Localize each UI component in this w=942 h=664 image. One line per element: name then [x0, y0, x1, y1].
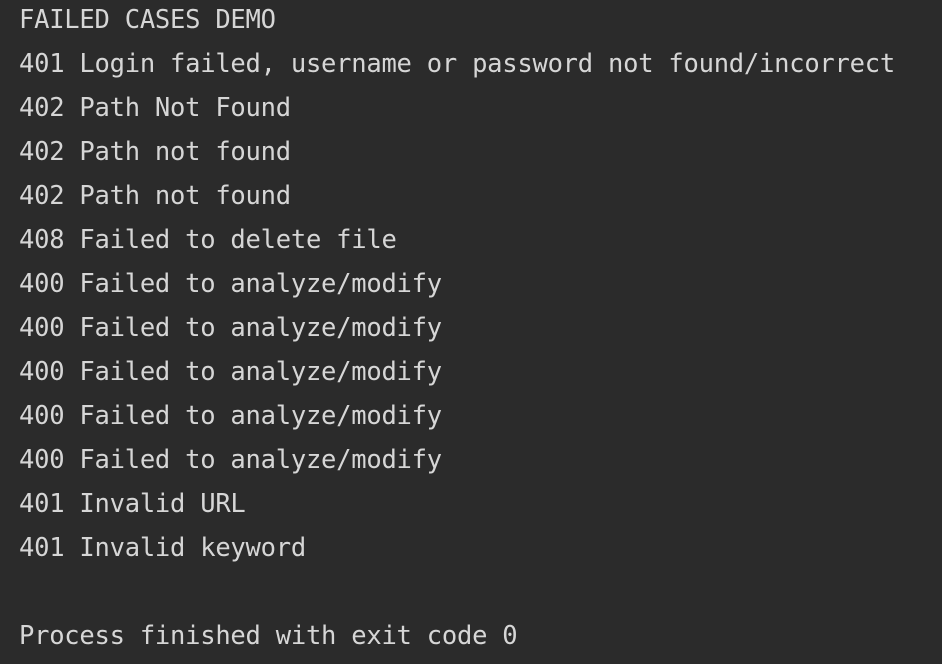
console-line: 408 Failed to delete file	[19, 225, 397, 255]
console-line: 400 Failed to analyze/modify	[19, 401, 442, 431]
console-line: 400 Failed to analyze/modify	[19, 269, 442, 299]
console-line: 400 Failed to analyze/modify	[19, 357, 442, 387]
console-line: 400 Failed to analyze/modify	[19, 313, 442, 343]
console-line: 401 Login failed, username or password n…	[19, 49, 895, 79]
console-output[interactable]: FAILED CASES DEMO 401 Login failed, user…	[0, 0, 942, 664]
console-line: 402 Path Not Found	[19, 93, 291, 123]
console-line: 401 Invalid keyword	[19, 533, 306, 563]
console-line: 402 Path not found	[19, 181, 291, 211]
process-exit-message: Process finished with exit code 0	[19, 621, 518, 651]
console-line: 402 Path not found	[19, 137, 291, 167]
console-line: 401 Invalid URL	[19, 489, 246, 519]
console-line: 400 Failed to analyze/modify	[19, 445, 442, 475]
console-header-line: FAILED CASES DEMO	[19, 5, 276, 35]
